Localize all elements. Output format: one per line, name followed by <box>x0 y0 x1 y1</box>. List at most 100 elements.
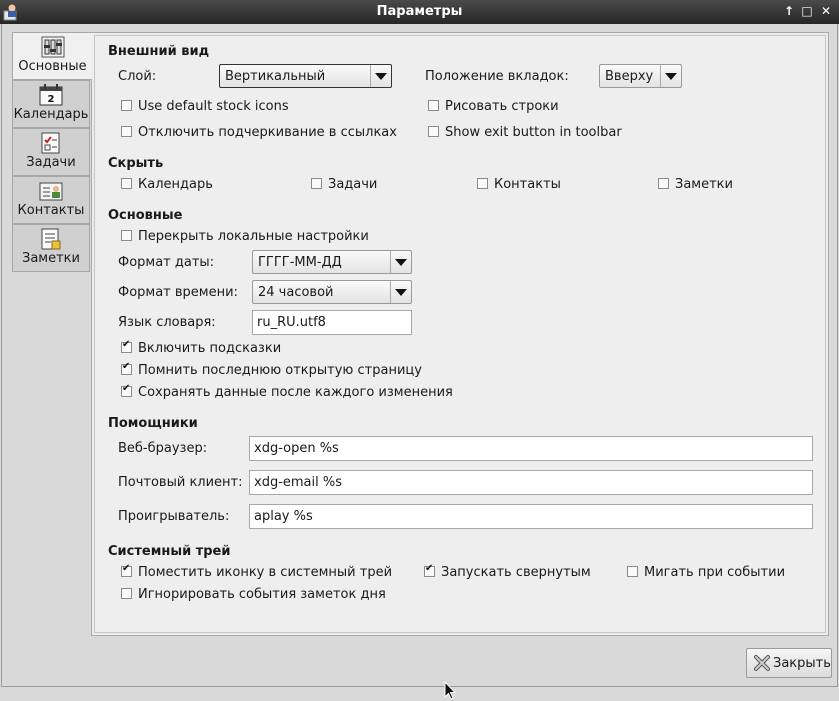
checkbox-label: Поместить иконку в системный трей <box>138 565 393 580</box>
mouse-cursor-icon <box>444 681 456 700</box>
checkbox-label: Контакты <box>494 177 561 192</box>
hide-calendar-checkbox[interactable]: Календарь <box>121 177 213 192</box>
checkbox-label: Заметки <box>675 177 733 192</box>
chevron-down-icon <box>390 281 411 303</box>
hide-contacts-checkbox[interactable]: Контакты <box>477 177 561 192</box>
exit-button-checkbox[interactable]: Show exit button in toolbar <box>428 125 622 140</box>
tab-label: Задачи <box>26 155 76 170</box>
close-button[interactable]: Закрыть <box>746 648 832 678</box>
maximize-button[interactable]: □ <box>799 3 815 19</box>
tab-calendar[interactable]: 2 Календарь <box>12 80 90 128</box>
player-field[interactable] <box>249 504 813 529</box>
tasks-icon <box>41 132 60 154</box>
time-format-dropdown[interactable]: 24 часовой <box>252 280 412 304</box>
checkbox-box <box>121 126 132 137</box>
mail-client-label: Почтовый клиент: <box>118 475 243 490</box>
checkbox-box <box>627 566 638 577</box>
time-format-value: 24 часовой <box>258 285 334 300</box>
chevron-down-icon <box>660 65 681 87</box>
browser-input[interactable] <box>254 441 808 456</box>
tab-position-label: Положение вкладок: <box>425 69 569 84</box>
save-after-change-checkbox[interactable]: Сохранять данные после каждого изменения <box>121 383 453 400</box>
calendar-icon: 2 <box>39 84 63 106</box>
mail-client-field[interactable] <box>249 470 813 495</box>
enable-hints-checkbox[interactable]: Включить подсказки <box>121 339 282 356</box>
tab-position-dropdown[interactable]: Вверху <box>599 64 682 88</box>
hide-tasks-checkbox[interactable]: Задачи <box>311 177 377 192</box>
stock-icons-checkbox[interactable]: Use default stock icons <box>121 99 289 114</box>
tab-general[interactable]: Основные <box>12 32 92 80</box>
draw-rows-checkbox[interactable]: Рисовать строки <box>428 99 559 114</box>
tab-contacts[interactable]: Контакты <box>12 176 90 224</box>
disable-underline-checkbox[interactable]: Отключить подчеркивание в ссылках <box>121 125 397 140</box>
override-locale-checkbox[interactable]: Перекрыть локальные настройки <box>121 229 369 244</box>
checkbox-label: Запускать свернутым <box>441 565 591 580</box>
checkbox-label: Помнить последнюю открытую страницу <box>138 363 422 378</box>
checkbox-box <box>121 588 132 599</box>
svg-text:2: 2 <box>48 94 55 105</box>
tab-label: Основные <box>18 59 87 74</box>
player-label: Проигрыватель: <box>118 509 230 524</box>
tab-label: Календарь <box>13 107 89 122</box>
checkbox-box <box>477 178 488 189</box>
tab-label: Заметки <box>22 251 80 266</box>
close-window-button[interactable]: ✕ <box>818 3 834 19</box>
player-input[interactable] <box>254 509 808 524</box>
chevron-down-icon <box>370 65 391 87</box>
chevron-down-icon <box>390 251 411 273</box>
checkbox-label: Сохранять данные после каждого изменения <box>138 385 453 400</box>
dict-lang-field[interactable] <box>252 310 412 335</box>
checkbox-label: Отключить подчеркивание в ссылках <box>138 125 397 140</box>
ignore-day-notes-checkbox[interactable]: Игнорировать события заметок дня <box>121 587 386 602</box>
dict-lang-input[interactable] <box>257 315 407 330</box>
checkbox-label: Мигать при событии <box>644 565 786 580</box>
mail-client-input[interactable] <box>254 475 808 490</box>
checkbox-box <box>121 100 132 111</box>
tab-position-value: Вверху <box>605 69 654 84</box>
layer-value: Вертикальный <box>225 69 326 84</box>
checkbox-label: Use default stock icons <box>138 99 289 114</box>
close-button-label: Закрыть <box>773 656 831 671</box>
section-tray-heading: Системный трей <box>108 544 231 559</box>
checkbox-box <box>428 126 439 137</box>
checkbox-box <box>428 100 439 111</box>
checkbox-label: Задачи <box>328 177 378 192</box>
section-general-heading: Основные <box>108 208 183 223</box>
checkbox-box <box>121 230 132 241</box>
checkbox-label: Включить подсказки <box>138 341 282 356</box>
date-format-dropdown[interactable]: ГГГГ-ММ-ДД <box>252 250 412 274</box>
preferences-window: Основные 2 Календарь Задачи Контакты Зам… <box>1 24 838 700</box>
browser-field[interactable] <box>249 436 813 461</box>
checkbox-box <box>121 383 132 397</box>
remember-page-checkbox[interactable]: Помнить последнюю открытую страницу <box>121 361 422 378</box>
contacts-icon <box>39 182 63 201</box>
section-appearance-heading: Внешний вид <box>108 44 210 59</box>
checkbox-label: Show exit button in toolbar <box>445 125 622 140</box>
checkbox-label: Перекрыть локальные настройки <box>138 229 369 244</box>
start-minimized-checkbox[interactable]: Запускать свернутым <box>424 563 591 580</box>
hide-notes-checkbox[interactable]: Заметки <box>658 177 733 192</box>
title-bar: Параметры ↑ □ ✕ <box>0 0 839 24</box>
checkbox-label: Игнорировать события заметок дня <box>138 587 386 602</box>
checkbox-box <box>121 563 132 577</box>
layer-dropdown[interactable]: Вертикальный <box>219 64 392 88</box>
dict-lang-label: Язык словаря: <box>118 315 216 330</box>
blink-on-event-checkbox[interactable]: Мигать при событии <box>627 565 785 580</box>
window-title: Параметры <box>376 4 463 19</box>
date-format-value: ГГГГ-ММ-ДД <box>258 255 342 270</box>
section-hide-heading: Скрыть <box>108 156 164 171</box>
tab-tasks[interactable]: Задачи <box>12 128 90 176</box>
tab-label: Контакты <box>17 203 85 218</box>
notes-icon <box>41 228 61 250</box>
checkbox-box <box>121 361 132 375</box>
date-format-label: Формат даты: <box>118 255 215 270</box>
close-icon <box>754 655 770 671</box>
checkbox-box <box>424 563 435 577</box>
general-settings-panel: Внешний вид Слой: Вертикальный Положение… <box>91 32 829 636</box>
tray-icon-checkbox[interactable]: Поместить иконку в системный трей <box>121 563 393 580</box>
layer-label: Слой: <box>118 69 157 84</box>
shade-button[interactable]: ↑ <box>781 3 797 19</box>
section-helpers-heading: Помощники <box>108 416 198 431</box>
checkbox-label: Календарь <box>138 177 213 192</box>
tab-notes[interactable]: Заметки <box>12 224 90 272</box>
